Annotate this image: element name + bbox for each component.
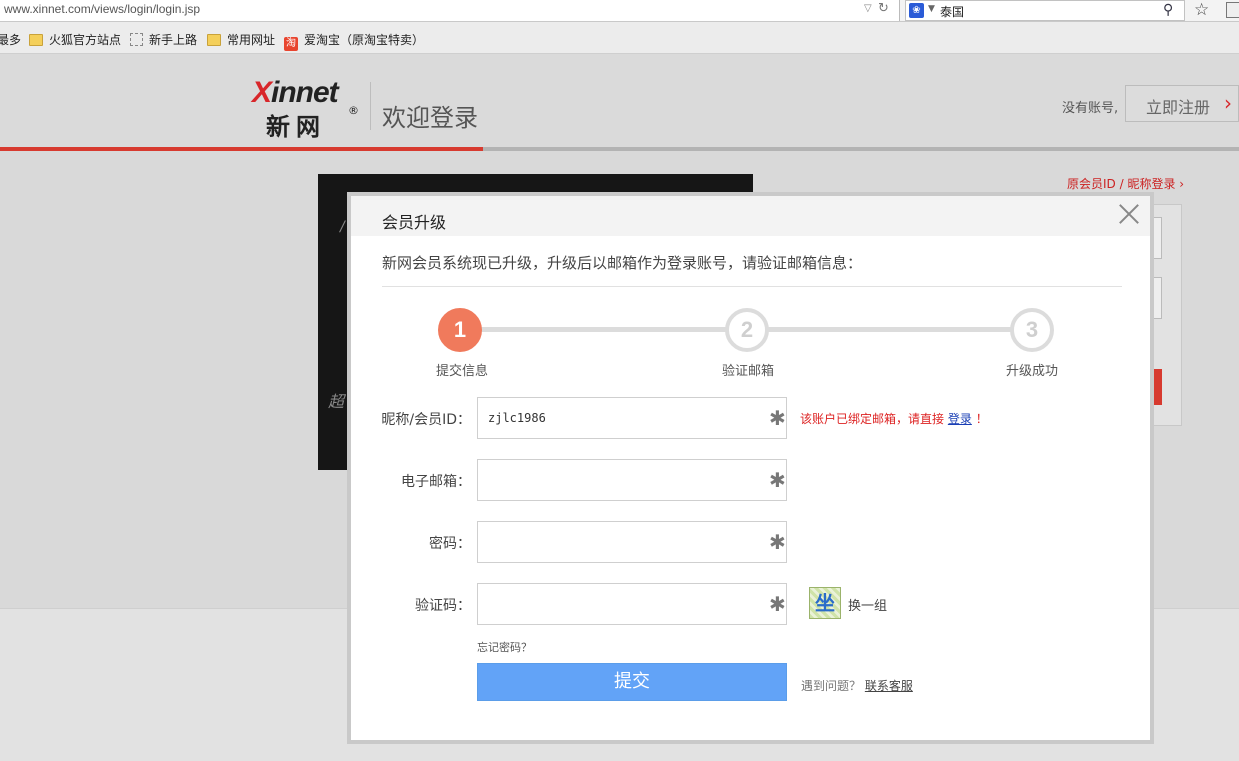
alt-login-link[interactable]: 原会员ID / 昵称登录 › <box>1067 175 1184 192</box>
registered-mark: ® <box>348 104 359 117</box>
captcha-label: 验证码： <box>415 598 471 614</box>
close-icon[interactable] <box>1118 202 1140 224</box>
step-1-circle: 1 <box>438 308 482 352</box>
dashed-page-icon <box>130 33 143 46</box>
baidu-paw-icon[interactable]: ❀ <box>909 3 924 18</box>
logo-cn: 新网 <box>266 113 326 141</box>
bookmark-star-icon[interactable]: ☆ <box>1194 0 1209 20</box>
submit-button[interactable]: 提交 <box>477 663 787 701</box>
search-icon[interactable]: ⚲ <box>1163 2 1173 18</box>
step-2-label: 验证邮箱 <box>721 364 774 379</box>
required-asterisk-icon: ✱ <box>769 592 786 616</box>
banner-text: 超 <box>328 392 345 411</box>
required-asterisk-icon: ✱ <box>769 406 786 430</box>
step-3-circle: 3 <box>1010 308 1054 352</box>
bookmark-common-sites[interactable]: 常用网址 <box>207 31 275 48</box>
folder-icon <box>207 34 221 46</box>
required-asterisk-icon: ✱ <box>769 468 786 492</box>
search-engine-dropdown-icon[interactable]: ▼ <box>928 4 935 14</box>
logo-brand: Xinnet <box>252 76 339 109</box>
header-divider <box>370 82 371 130</box>
email-label: 电子邮箱： <box>401 474 471 490</box>
captcha-input[interactable] <box>477 583 787 625</box>
taobao-icon: 淘 <box>284 37 298 51</box>
folder-icon <box>29 34 43 46</box>
nickname-label: 昵称/会员ID： <box>381 412 471 428</box>
step-connector <box>765 327 1015 332</box>
url-text[interactable]: www.xinnet.com/views/login/login.jsp <box>4 2 200 16</box>
bookmark-most-visited[interactable]: 最多 <box>0 31 21 48</box>
nickname-error: 该账户已绑定邮箱，请直接 登录 ！ <box>800 412 988 426</box>
email-input[interactable] <box>477 459 787 501</box>
captcha-image[interactable]: 坐 <box>809 587 841 619</box>
password-input[interactable] <box>477 521 787 563</box>
no-account-text: 没有账号, <box>1062 101 1119 116</box>
header-progress-fill <box>0 147 484 151</box>
reload-icon[interactable]: ↻ <box>878 1 889 16</box>
bookmark-firefox-sites[interactable]: 火狐官方站点 <box>29 31 121 48</box>
divider <box>382 286 1122 287</box>
nickname-input[interactable] <box>477 397 787 439</box>
upgrade-modal: 会员升级 新网会员系统现已升级，升级后以邮箱作为登录账号，请验证邮箱信息： 1 … <box>347 192 1154 744</box>
step-connector <box>459 327 729 332</box>
password-label: 密码： <box>429 536 471 552</box>
xinnet-logo[interactable]: Xinnet 新网 ® <box>252 76 362 141</box>
background-login-panel <box>1150 204 1182 426</box>
modal-intro: 新网会员系统现已升级，升级后以邮箱作为登录账号，请验证邮箱信息： <box>382 254 863 272</box>
modal-header: 会员升级 <box>351 196 1150 236</box>
refresh-captcha-link[interactable]: 换一组 <box>848 595 887 614</box>
step-3-label: 升级成功 <box>1005 364 1058 379</box>
url-dropdown-icon[interactable]: ▽ <box>864 3 872 14</box>
background-login-button <box>1154 369 1162 405</box>
browser-search-field[interactable]: ❀ ▼ 泰国 ⚲ <box>905 0 1185 21</box>
bookmark-getting-started[interactable]: 新手上路 <box>130 31 197 48</box>
site-header: Xinnet 新网 ® 欢迎登录 没有账号, 立即注册 › <box>0 54 1239 149</box>
bookmarks-bar: 最多 火狐官方站点 新手上路 常用网址 淘爱淘宝（原淘宝特卖） <box>0 22 1239 54</box>
browser-toolbar: www.xinnet.com/views/login/login.jsp ▽ ↻… <box>0 0 1239 22</box>
menu-icon[interactable] <box>1226 2 1239 18</box>
step-1-label: 提交信息 <box>435 364 488 379</box>
required-asterisk-icon: ✱ <box>769 530 786 554</box>
forgot-password-link[interactable]: 忘记密码？ <box>477 639 532 655</box>
banner-text: / <box>340 219 345 235</box>
bookmark-ai-taobao[interactable]: 淘爱淘宝（原淘宝特卖） <box>284 31 424 51</box>
login-link[interactable]: 登录 <box>948 412 972 426</box>
chevron-right-icon: › <box>1224 91 1232 115</box>
contact-support-link[interactable]: 联系客服 <box>865 679 913 693</box>
register-label: 立即注册 <box>1146 98 1211 117</box>
step-2-circle: 2 <box>725 308 769 352</box>
register-button[interactable]: 立即注册 › <box>1125 85 1239 122</box>
page-title: 欢迎登录 <box>382 104 478 132</box>
modal-title: 会员升级 <box>382 213 447 232</box>
help-text: 遇到问题？ 联系客服 <box>801 679 913 693</box>
header-progress-bar <box>0 147 1239 151</box>
url-bar[interactable]: www.xinnet.com/views/login/login.jsp ▽ ↻ <box>0 0 900 21</box>
search-text[interactable]: 泰国 <box>940 3 964 20</box>
